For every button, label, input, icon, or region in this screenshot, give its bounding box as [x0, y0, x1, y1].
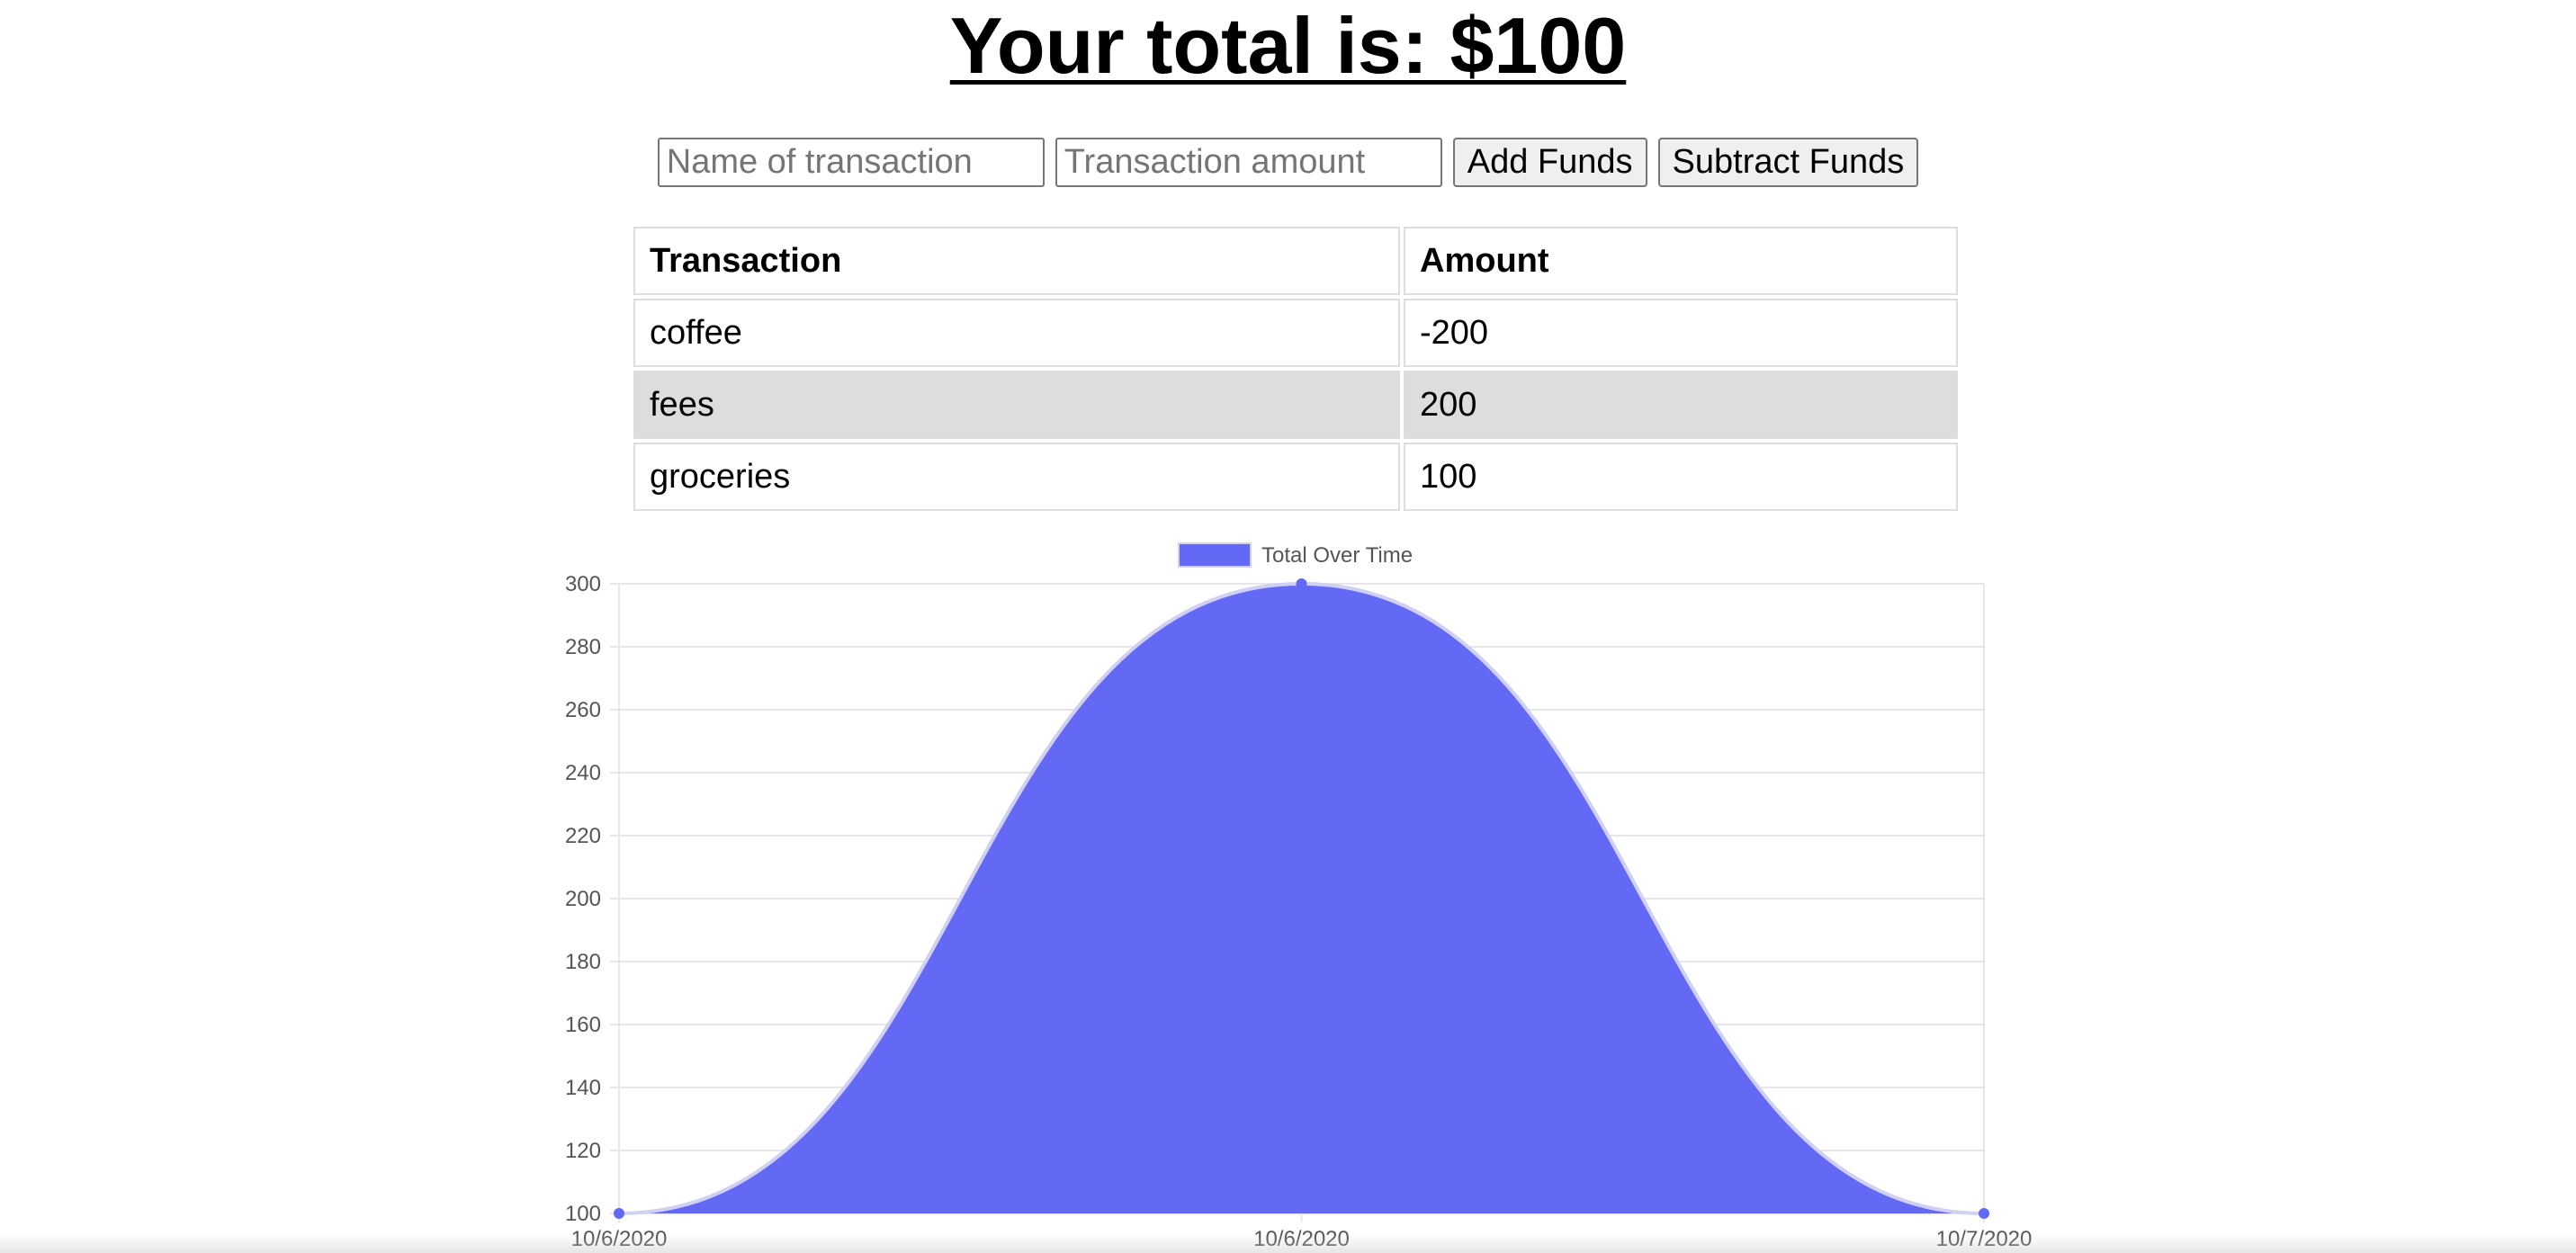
y-tick-label: 100: [565, 1202, 601, 1226]
header-amount: Amount: [1404, 227, 1958, 295]
data-point: [1979, 1208, 1989, 1219]
y-tick-label: 220: [565, 824, 601, 848]
total-over-time-chart: 100 120 140 160 180 200 220 240 260 280 300 10/6/2…: [565, 542, 2033, 1251]
y-tick-label: 200: [565, 887, 601, 911]
y-tick-label: 300: [565, 572, 601, 596]
transaction-amount-cell: 100: [1404, 443, 1958, 511]
transaction-name-cell: fees: [633, 371, 1400, 439]
y-tick-label: 240: [565, 761, 601, 785]
table-row: fees 200: [633, 371, 1958, 439]
data-point: [1296, 578, 1307, 589]
table-row: groceries 100: [633, 443, 1958, 511]
transaction-name-cell: groceries: [633, 443, 1400, 511]
transaction-name-input[interactable]: [657, 137, 1045, 187]
add-funds-button[interactable]: Add Funds: [1452, 137, 1647, 187]
x-tick-label: 10/6/2020: [1253, 1227, 1350, 1251]
transaction-amount-cell: -200: [1404, 299, 1958, 367]
total-text: Your total is: $100: [949, 1, 1627, 90]
transactions-table: Transaction Amount coffee -200 fees 200 …: [630, 223, 1961, 515]
table-header-row: Transaction Amount: [633, 227, 1958, 295]
chart-legend: Total Over Time: [1178, 542, 1413, 568]
y-axis-ticks: 100 120 140 160 180 200 220 240 260 280 300: [565, 572, 601, 1226]
y-tick-label: 160: [565, 1013, 601, 1037]
total-heading: Your total is: $100: [0, 0, 2576, 90]
x-tick-label: 10/6/2020: [571, 1227, 668, 1251]
x-axis-ticks: 10/6/2020 10/6/2020 10/7/2020: [571, 1227, 2033, 1251]
y-tick-label: 140: [565, 1076, 601, 1100]
y-tick-label: 180: [565, 950, 601, 974]
transaction-amount-input[interactable]: [1055, 137, 1442, 187]
y-tick-label: 260: [565, 698, 601, 722]
header-transaction: Transaction: [633, 227, 1400, 295]
budget-app: Your total is: $100 Add Funds Subtract F…: [0, 0, 2576, 1253]
x-tick-label: 10/7/2020: [1936, 1227, 2033, 1251]
transaction-amount-cell: 200: [1404, 371, 1958, 439]
data-point: [614, 1208, 624, 1219]
legend-swatch: [1178, 542, 1252, 568]
subtract-funds-button[interactable]: Subtract Funds: [1657, 137, 1919, 187]
y-tick-label: 120: [565, 1139, 601, 1163]
y-tick-label: 280: [565, 635, 601, 659]
transaction-name-cell: coffee: [633, 299, 1400, 367]
table-row: coffee -200: [633, 299, 1958, 367]
legend-label: Total Over Time: [1261, 543, 1413, 568]
transaction-form: Add Funds Subtract Funds: [0, 137, 2576, 187]
